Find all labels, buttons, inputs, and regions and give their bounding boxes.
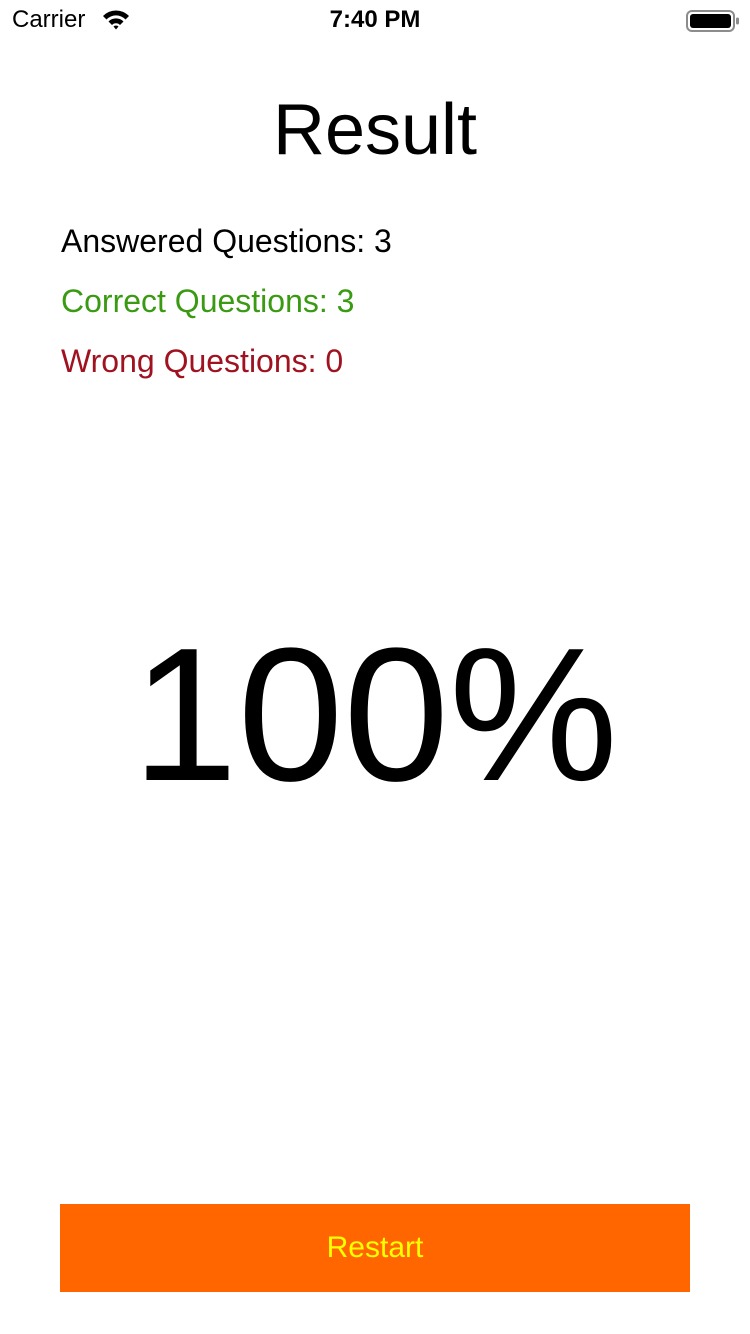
score-percentage: 100% — [132, 609, 618, 821]
answered-questions-label: Answered Questions: 3 — [61, 223, 392, 259]
battery-icon — [686, 10, 739, 32]
wrong-questions-label: Wrong Questions: 0 — [61, 343, 344, 379]
status-bar: Carrier 7:40 PM — [0, 0, 750, 40]
correct-questions-label: Correct Questions: 3 — [61, 283, 355, 319]
status-time: 7:40 PM — [329, 6, 421, 33]
page-title: Result — [272, 90, 478, 170]
restart-button[interactable]: Restart — [60, 1204, 690, 1292]
